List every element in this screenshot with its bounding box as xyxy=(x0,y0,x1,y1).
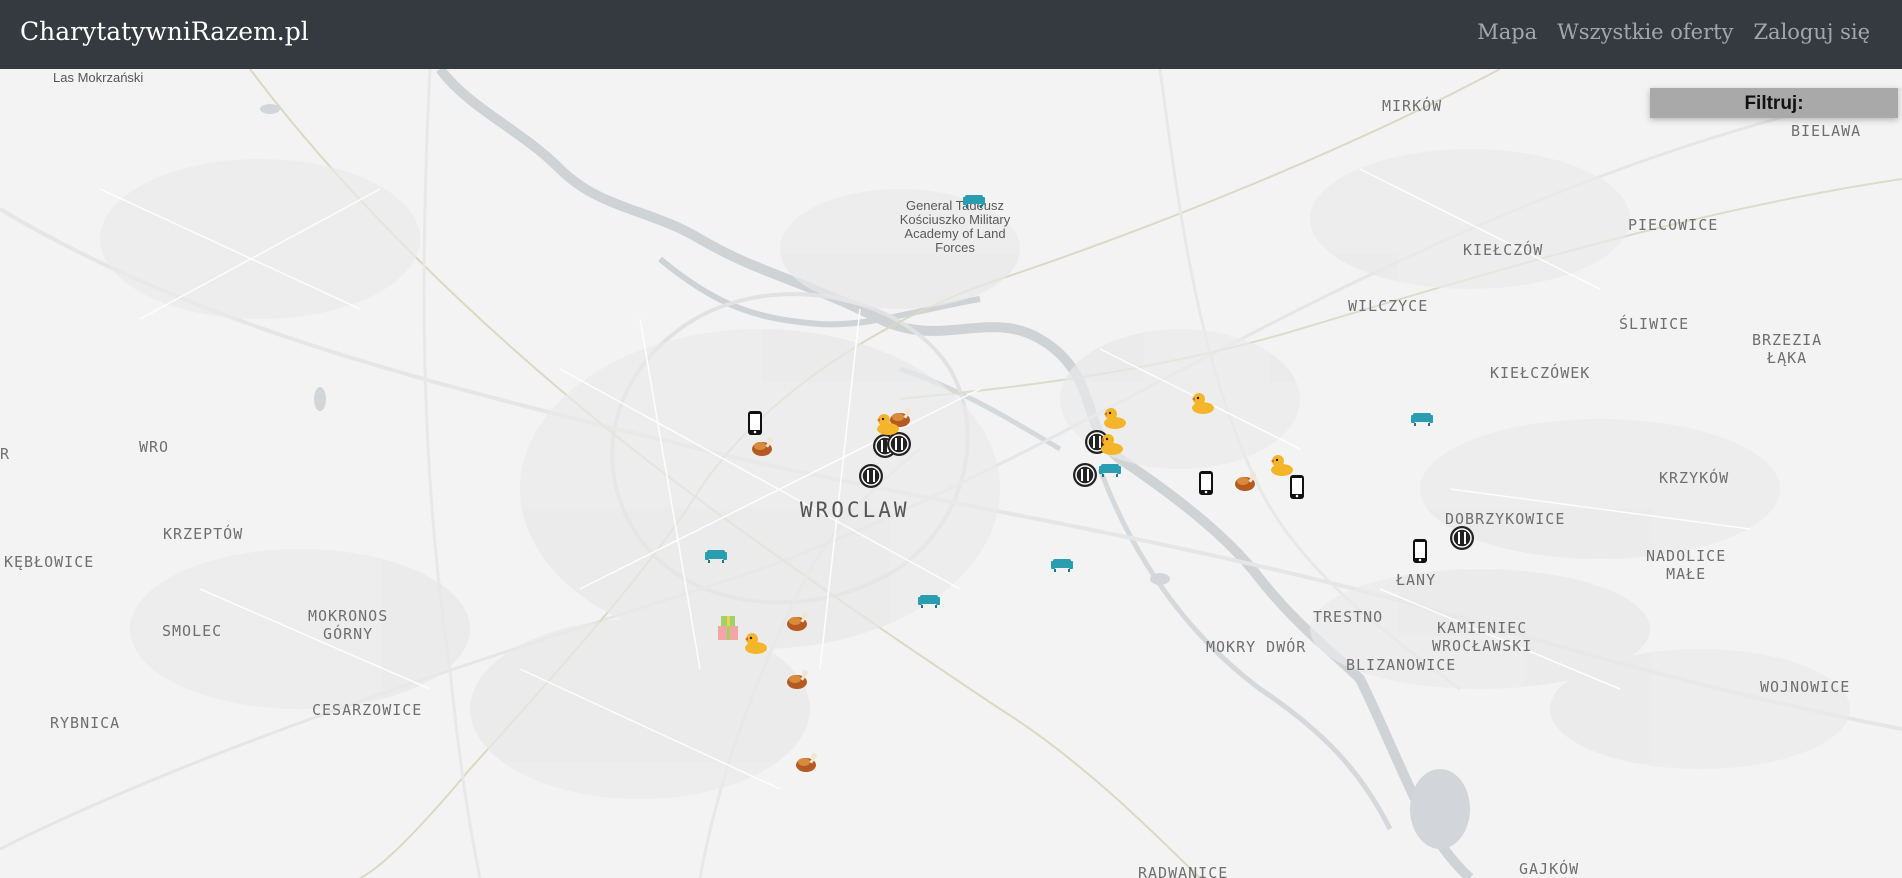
marker-food-icon[interactable] xyxy=(1072,462,1098,488)
place-label: KIEŁCZÓWEK xyxy=(1490,364,1591,382)
marker-chicken-icon[interactable] xyxy=(749,434,775,460)
marker-duck-toy-icon[interactable] xyxy=(1099,431,1125,457)
marker-gift-icon[interactable] xyxy=(715,614,741,640)
place-label: MIRKÓW xyxy=(1382,97,1443,115)
marker-phone-icon[interactable] xyxy=(1193,470,1219,496)
marker-food-icon[interactable] xyxy=(1449,525,1475,551)
marker-duck-toy-icon[interactable] xyxy=(875,411,901,437)
marker-phone-icon[interactable] xyxy=(1284,474,1310,500)
filter-panel[interactable]: Filtruj: xyxy=(1650,88,1898,118)
place-label: PIECOWICE xyxy=(1628,216,1719,234)
nav-links: Mapa Wszystkie oferty Zaloguj się xyxy=(1477,20,1870,44)
marker-duck-toy-icon[interactable] xyxy=(1102,405,1128,431)
poi-label: General Tadeusz Kościuszko Military Acad… xyxy=(899,198,1011,255)
place-label: WOJNOWICE xyxy=(1760,678,1851,696)
marker-furniture-icon[interactable] xyxy=(1049,550,1075,576)
marker-duck-toy-icon[interactable] xyxy=(1190,390,1216,416)
marker-phone-icon[interactable] xyxy=(1407,538,1433,564)
place-label: KAMIENIEC WROCŁAWSKI xyxy=(1432,619,1533,655)
place-label: KIEŁCZÓW xyxy=(1463,241,1544,259)
place-label: ŁANY xyxy=(1396,571,1437,589)
marker-furniture-icon[interactable] xyxy=(1409,404,1435,430)
nav-link-zaloguj[interactable]: Zaloguj się xyxy=(1753,20,1870,44)
place-label: NADOLICE MAŁE xyxy=(1646,547,1727,583)
place-label: BRZEZIA ŁĄKA xyxy=(1752,331,1823,367)
place-label: KRZEPTÓW xyxy=(163,525,244,543)
marker-food-icon[interactable] xyxy=(858,463,884,489)
place-label: RADWANICE xyxy=(1138,864,1229,878)
marker-furniture-icon[interactable] xyxy=(1097,455,1123,481)
place-label: KĘBŁOWICE xyxy=(4,553,95,571)
map-base xyxy=(0,69,1902,878)
place-label: BLIZANOWICE xyxy=(1346,656,1457,674)
place-label: SMOLEC xyxy=(162,622,223,640)
marker-chicken-icon[interactable] xyxy=(784,609,810,635)
place-label: RYBNICA xyxy=(50,714,121,732)
place-label: WILCZYCE xyxy=(1348,297,1429,315)
place-label: ŚLIWICE xyxy=(1619,315,1690,333)
marker-furniture-icon[interactable] xyxy=(961,186,987,212)
road-3 xyxy=(422,69,482,878)
place-label: GAJKÓW xyxy=(1519,860,1580,878)
place-label: MOKRY DWÓR xyxy=(1206,638,1307,656)
marker-duck-toy-icon[interactable] xyxy=(743,630,769,656)
place-label: Las Mokrzański xyxy=(53,70,144,85)
marker-chicken-icon[interactable] xyxy=(793,750,819,776)
place-label: WRO xyxy=(139,438,170,456)
nav-link-mapa[interactable]: Mapa xyxy=(1477,20,1537,44)
place-label: R xyxy=(0,445,11,463)
place-label: MOKRONOS GÓRNY xyxy=(308,607,389,643)
marker-furniture-icon[interactable] xyxy=(916,586,942,612)
marker-furniture-icon[interactable] xyxy=(703,541,729,567)
marker-chicken-icon[interactable] xyxy=(784,667,810,693)
brand-logo[interactable]: CharytatywniRazem.pl xyxy=(20,17,309,46)
map-canvas[interactable]: Las Mokrzański MIRKÓW BIELAWA PIECOWICE … xyxy=(0,69,1902,878)
place-label: CESARZOWICE xyxy=(312,701,423,719)
city-label: WROCLAW xyxy=(800,498,910,522)
nav-link-wszystkie-oferty[interactable]: Wszystkie oferty xyxy=(1557,20,1733,44)
filter-title: Filtruj: xyxy=(1744,93,1804,114)
marker-phone-icon[interactable] xyxy=(742,410,768,436)
place-label: KRZYKÓW xyxy=(1659,469,1730,487)
marker-chicken-icon[interactable] xyxy=(1232,469,1258,495)
navbar: CharytatywniRazem.pl Mapa Wszystkie ofer… xyxy=(0,0,1902,69)
place-label: BIELAWA xyxy=(1791,122,1862,140)
place-label: TRESTNO xyxy=(1313,608,1384,626)
